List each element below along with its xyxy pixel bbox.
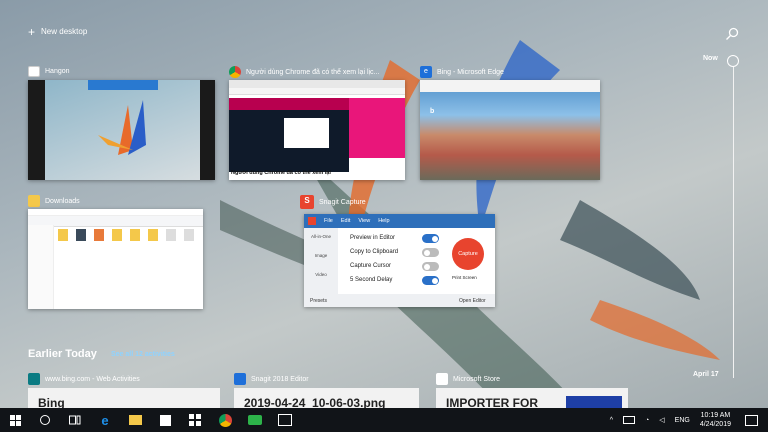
window-title-chrome[interactable]: Người dùng Chrome đã có thể xem lại lịc.… xyxy=(229,66,379,78)
taskbar-store[interactable] xyxy=(150,408,180,432)
taskbar-file-explorer[interactable] xyxy=(120,408,150,432)
folder-icon xyxy=(28,195,40,207)
taskbar-photos-grid[interactable] xyxy=(180,408,210,432)
capture-button[interactable]: Capture xyxy=(452,238,484,270)
presets-button[interactable]: Presets xyxy=(310,298,327,304)
timeline-handle[interactable] xyxy=(727,55,739,67)
timeline-date-label: April 17 xyxy=(693,371,719,378)
mode-image[interactable]: Image xyxy=(304,253,338,258)
see-all-activities-link[interactable]: See all 12 activities xyxy=(111,351,175,358)
windows-icon xyxy=(9,414,21,426)
chrome-taskbar-icon xyxy=(218,413,232,427)
start-button[interactable] xyxy=(0,408,30,432)
task-view-icon xyxy=(69,415,81,425)
mode-video[interactable]: Video xyxy=(304,272,338,277)
task-view-button[interactable] xyxy=(60,408,90,432)
menu-view[interactable]: View xyxy=(358,218,370,224)
window-thumbnail-edge[interactable]: b xyxy=(420,80,600,180)
activity-label-bing[interactable]: www.bing.com - Web Activities xyxy=(28,373,140,385)
language-indicator[interactable]: ENG xyxy=(675,417,690,424)
timeline-track[interactable] xyxy=(733,66,734,378)
taskbar-photos[interactable] xyxy=(270,408,300,432)
taskbar: e ^ ◔ ◁ ENG 10:19 AM 4/24/2019 xyxy=(0,408,768,432)
cursor-toggle[interactable] xyxy=(422,262,439,271)
chrome-icon xyxy=(229,66,241,78)
snagit-taskbar-icon xyxy=(248,415,262,425)
open-editor-button[interactable]: Open Editor xyxy=(459,298,486,304)
window-title-edge[interactable]: e Bing - Microsoft Edge xyxy=(420,66,504,78)
photos-taskbar-icon xyxy=(278,414,292,426)
photos-icon xyxy=(28,66,40,77)
preview-toggle[interactable] xyxy=(422,234,439,243)
window-thumbnail-chrome[interactable]: Người dùng Chrome đã có thể xem lại xyxy=(229,80,405,180)
menu-edit[interactable]: Edit xyxy=(341,218,350,224)
snagit-logo-icon xyxy=(308,217,316,225)
system-tray: ^ ◔ ◁ ENG 10:19 AM 4/24/2019 xyxy=(610,408,768,432)
earlier-today-heading: Earlier Today xyxy=(28,348,97,360)
bing-icon xyxy=(28,373,40,385)
option-cursor-label: Capture Cursor xyxy=(350,263,392,269)
article-headline: Người dùng Chrome đã có thể xem lại xyxy=(231,170,331,176)
search-icon[interactable] xyxy=(725,27,739,41)
option-preview-label: Preview in Editor xyxy=(350,235,396,241)
new-desktop-label: New desktop xyxy=(41,27,88,36)
delay-toggle[interactable] xyxy=(422,276,439,285)
edge-icon: e xyxy=(420,66,432,78)
activity-label-snagit-editor[interactable]: Snagit 2018 Editor xyxy=(234,373,309,385)
menu-help[interactable]: Help xyxy=(378,218,389,224)
window-thumbnail-downloads[interactable] xyxy=(28,209,203,309)
cortana-icon xyxy=(40,415,50,425)
new-desktop-button[interactable]: + New desktop xyxy=(28,24,88,39)
chevron-up-icon[interactable]: ^ xyxy=(610,417,613,424)
taskbar-chrome[interactable] xyxy=(210,408,240,432)
edge-taskbar-icon: e xyxy=(101,412,109,428)
window-thumbnail-snagit[interactable]: File Edit View Help All-in-One Image Vid… xyxy=(304,214,495,307)
flower-image xyxy=(98,100,146,155)
option-clipboard-label: Copy to Clipboard xyxy=(350,249,399,255)
activity-card-store[interactable]: IMPORTER FOR xyxy=(436,388,628,408)
snagit-editor-icon xyxy=(234,373,246,385)
print-screen-label: Print Screen xyxy=(452,275,477,280)
wifi-icon[interactable]: ◔ xyxy=(645,417,649,424)
plus-icon: + xyxy=(28,24,36,39)
snagit-icon: S xyxy=(300,195,314,209)
clock[interactable]: 10:19 AM 4/24/2019 xyxy=(700,411,731,429)
store-icon xyxy=(436,373,448,385)
battery-icon[interactable] xyxy=(623,416,636,424)
action-center-icon[interactable] xyxy=(745,414,758,426)
activity-card-snagit-editor[interactable]: 2019-04-24_10-06-03.png xyxy=(234,388,419,408)
store-taskbar-icon xyxy=(159,414,171,426)
taskbar-snagit[interactable] xyxy=(240,408,270,432)
taskbar-edge[interactable]: e xyxy=(90,408,120,432)
activity-card-bing[interactable]: Bing xyxy=(28,388,220,408)
cortana-button[interactable] xyxy=(30,408,60,432)
activity-label-store[interactable]: Microsoft Store xyxy=(436,373,500,385)
clipboard-toggle[interactable] xyxy=(422,248,439,257)
grid-icon xyxy=(189,414,201,426)
menu-file[interactable]: File xyxy=(324,218,333,224)
window-title-downloads[interactable]: Downloads xyxy=(28,195,80,207)
timeline-now-label: Now xyxy=(703,55,718,62)
mode-all-in-one[interactable]: All-in-One xyxy=(304,234,338,239)
bing-logo: b xyxy=(430,108,435,115)
window-title-snagit[interactable]: S Snagit Capture xyxy=(300,195,366,209)
option-delay-label: 5 Second Delay xyxy=(350,277,393,283)
file-explorer-icon xyxy=(128,415,142,425)
window-thumbnail-hangon[interactable] xyxy=(28,80,215,180)
volume-icon[interactable]: ◁ xyxy=(659,416,664,424)
window-title-hangon[interactable]: Hangon xyxy=(28,66,70,77)
